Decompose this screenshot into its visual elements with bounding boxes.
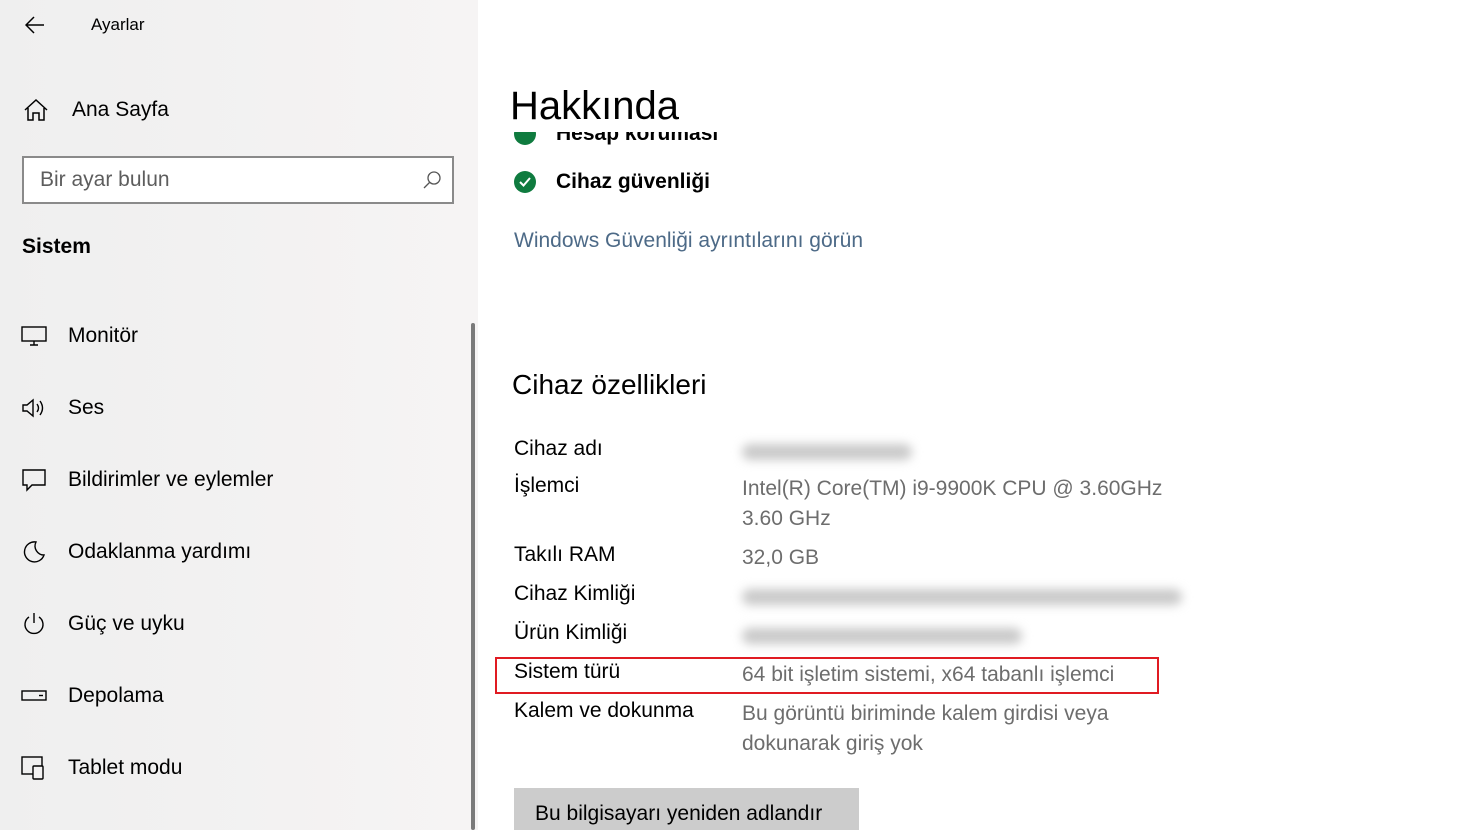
highlight-box [495,657,1159,694]
rename-pc-button[interactable]: Bu bilgisayarı yeniden adlandır [514,788,859,830]
spec-value: 32,0 GB [742,546,820,569]
spec-key: Kalem ve dokunma [514,699,694,722]
home-nav-item[interactable]: Ana Sayfa [18,88,458,132]
monitor-icon [20,322,48,350]
nav-item-storage[interactable]: Depolama [0,660,470,732]
nav-item-label: Güç ve uyku [68,612,185,635]
spec-row-processor: İşlemci Intel(R) Core(TM) i9-9900K CPU @… [514,474,1162,534]
spec-key: Cihaz adı [514,437,603,460]
page-title: Hakkında [510,84,689,129]
redacted-value [742,628,1022,644]
spec-row-device-id: Cihaz Kimliği [514,582,1182,606]
spec-key: Takılı RAM [514,543,616,566]
notification-icon [20,466,48,494]
nav-item-label: Odaklanma yardımı [68,540,252,563]
spec-value: dokunarak giriş yok [742,732,923,755]
spec-value: Intel(R) Core(TM) i9-9900K CPU @ 3.60GHz [742,477,1163,500]
nav-item-notifications[interactable]: Bildirimler ve eylemler [0,444,470,516]
nav-item-label: Bildirimler ve eylemler [68,468,274,491]
sidebar-scrollbar[interactable] [471,323,475,830]
back-button[interactable] [18,10,52,40]
security-item-device-security: Cihaz güvenliği [514,170,710,194]
speaker-icon [20,394,48,422]
search-input[interactable] [24,158,412,202]
power-icon [20,610,48,638]
spec-row-device-name: Cihaz adı [514,437,912,461]
title-bar: Ayarlar [0,0,478,50]
search-box [22,156,454,204]
device-specs-title: Cihaz özellikleri [512,369,707,400]
section-title: Sistem [22,235,91,258]
spec-row-product-id: Ürün Kimliği [514,621,1022,645]
spec-row-ram: Takılı RAM 32,0 GB [514,543,819,573]
main-content: Hesap koruması Hakkında Cihaz güvenliği … [478,0,1475,830]
spec-row-pen-touch: Kalem ve dokunma Bu görüntü biriminde ka… [514,699,1109,759]
app-title: Ayarlar [91,15,145,34]
nav-item-label: Tablet modu [68,756,183,779]
spec-value: Bu görüntü biriminde kalem girdisi veya [742,702,1109,725]
redacted-value [742,444,912,460]
nav-item-tablet-mode[interactable]: Tablet modu [0,732,470,804]
search-icon[interactable] [412,170,452,190]
sidebar: Ayarlar Ana Sayfa Sistem Monitör [0,0,478,830]
tablet-mode-icon [20,754,48,782]
nav-item-monitor[interactable]: Monitör [0,300,470,372]
spec-key: İşlemci [514,474,580,497]
nav-item-label: Monitör [68,324,139,347]
spec-value: 3.60 GHz [742,507,831,530]
moon-icon [20,538,48,566]
nav-item-sound[interactable]: Ses [0,372,470,444]
nav-list: Monitör Ses Bildirimler ve eylemler Odak… [0,300,470,804]
spec-key: Ürün Kimliği [514,621,628,644]
redacted-value [742,589,1182,605]
security-item-label: Cihaz güvenliği [556,170,711,193]
nav-item-power[interactable]: Güç ve uyku [0,588,470,660]
check-circle-icon [514,171,536,193]
home-label: Ana Sayfa [72,98,169,121]
nav-item-label: Depolama [68,684,164,707]
windows-security-link[interactable]: Windows Güvenliği ayrıntılarını görün [514,229,863,253]
spec-key: Cihaz Kimliği [514,582,636,605]
home-icon [18,98,54,122]
nav-item-focus-assist[interactable]: Odaklanma yardımı [0,516,470,588]
back-arrow-icon [25,16,44,34]
storage-icon [20,682,48,710]
nav-item-label: Ses [68,396,105,419]
